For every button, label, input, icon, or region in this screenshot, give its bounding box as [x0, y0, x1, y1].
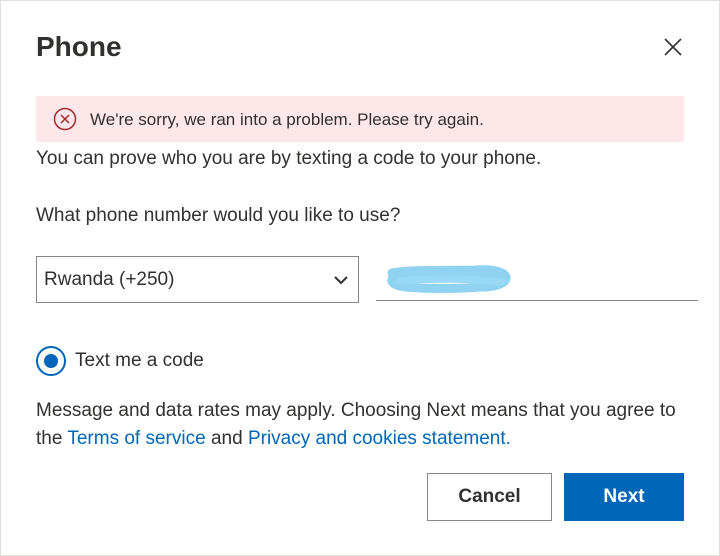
- text-me-code-label: Text me a code: [75, 350, 204, 371]
- close-button[interactable]: [657, 31, 689, 63]
- terms-of-service-link[interactable]: Terms of service: [67, 428, 205, 449]
- next-button[interactable]: Next: [564, 473, 684, 521]
- phone-question-label: What phone number would you like to use?: [36, 205, 401, 226]
- phone-dialog: Phone We're sorry, we ran into a problem…: [0, 0, 720, 556]
- phone-number-input[interactable]: [376, 259, 698, 301]
- cancel-button[interactable]: Cancel: [427, 473, 552, 521]
- text-me-code-radio[interactable]: [36, 346, 66, 376]
- error-banner: We're sorry, we ran into a problem. Plea…: [36, 96, 684, 142]
- country-code-select[interactable]: Rwanda (+250): [36, 256, 359, 303]
- intro-text: You can prove who you are by texting a c…: [36, 148, 542, 169]
- error-message: We're sorry, we ran into a problem. Plea…: [90, 110, 484, 129]
- close-icon: [664, 38, 682, 56]
- country-code-value: Rwanda (+250): [44, 269, 175, 290]
- error-circle-icon: [53, 107, 77, 131]
- redaction-scribble-icon: [387, 265, 511, 293]
- disclaimer-text: Message and data rates may apply. Choosi…: [36, 397, 676, 453]
- radio-selected-dot: [44, 354, 58, 368]
- disclaimer-conjunction: and: [205, 428, 248, 449]
- privacy-statement-link[interactable]: Privacy and cookies statement.: [248, 428, 511, 449]
- dialog-title: Phone: [36, 31, 122, 62]
- chevron-down-icon: [334, 276, 348, 285]
